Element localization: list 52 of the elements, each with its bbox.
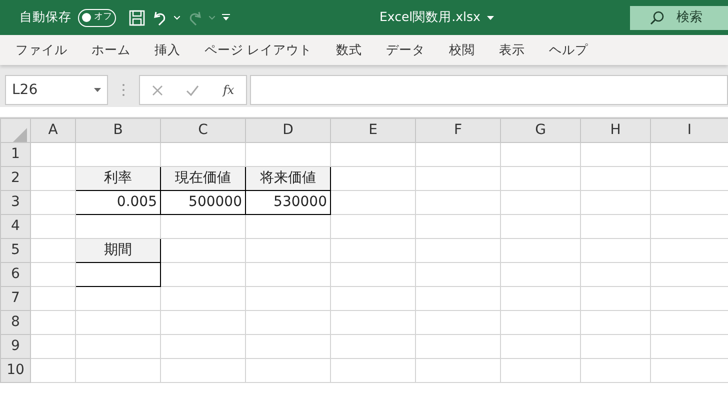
table-header: 現在価値	[160, 166, 246, 190]
ribbon-tab[interactable]: 数式	[324, 35, 374, 65]
undo-icon[interactable]	[152, 10, 168, 26]
table-cell: 0.005	[76, 190, 160, 214]
column-header[interactable]: I	[650, 118, 728, 142]
table-header: 期間	[76, 238, 160, 262]
ribbon-tab[interactable]: ヘルプ	[537, 35, 600, 65]
column-header[interactable]: H	[580, 118, 650, 142]
insert-function-button[interactable]: fx	[222, 81, 234, 99]
column-header[interactable]: B	[76, 118, 160, 142]
cancel-icon[interactable]	[152, 84, 163, 96]
autosave-toggle[interactable]: オフ	[78, 8, 116, 26]
ribbon-tab[interactable]: 挿入	[142, 35, 192, 65]
check-icon[interactable]	[186, 84, 200, 96]
save-icon[interactable]	[129, 10, 145, 26]
column-header[interactable]: D	[246, 118, 330, 142]
column-header[interactable]: E	[330, 118, 416, 142]
row-header[interactable]: 3	[0, 190, 30, 214]
row-header[interactable]: 10	[0, 358, 30, 382]
filename-menu[interactable]: Excel関数用.xlsx	[380, 8, 494, 27]
table-header: 将来価値	[246, 166, 330, 190]
caret-icon	[94, 88, 101, 92]
column-header[interactable]: A	[30, 118, 76, 142]
autosave-label: 自動保存	[20, 8, 72, 26]
table-cell: 500000	[160, 190, 246, 214]
ribbon-tab[interactable]: 校閲	[437, 35, 488, 65]
input-cell[interactable]	[76, 262, 160, 286]
row-header[interactable]: 1	[0, 142, 30, 166]
column-header[interactable]: C	[160, 118, 246, 142]
ribbon-tab[interactable]: 表示	[487, 35, 538, 65]
search-icon	[650, 10, 664, 24]
row-header[interactable]: 9	[0, 334, 30, 358]
row-header[interactable]: 6	[0, 262, 30, 286]
row-header[interactable]: 8	[0, 310, 30, 334]
row-header[interactable]: 4	[0, 214, 30, 238]
row-header[interactable]: 5	[0, 238, 30, 262]
table-cell: 530000	[246, 190, 330, 214]
ribbon-tab[interactable]: ホーム	[79, 35, 142, 65]
column-header[interactable]: G	[500, 118, 580, 142]
ribbon-tab[interactable]: ファイル	[3, 35, 80, 65]
caret-icon	[486, 16, 494, 20]
column-header[interactable]: F	[416, 118, 500, 142]
grip-icon	[122, 83, 125, 97]
row-header[interactable]: 2	[0, 166, 30, 190]
name-box[interactable]: L26	[5, 75, 108, 105]
ribbon-tab[interactable]: データ	[374, 35, 438, 65]
table-header: 利率	[76, 166, 160, 190]
row-header[interactable]: 7	[0, 286, 30, 310]
search-box[interactable]: 検索	[630, 6, 728, 30]
formula-input[interactable]	[250, 75, 728, 105]
ribbon-tab[interactable]: ページ レイアウト	[192, 35, 324, 65]
customize-icon[interactable]	[222, 14, 230, 21]
